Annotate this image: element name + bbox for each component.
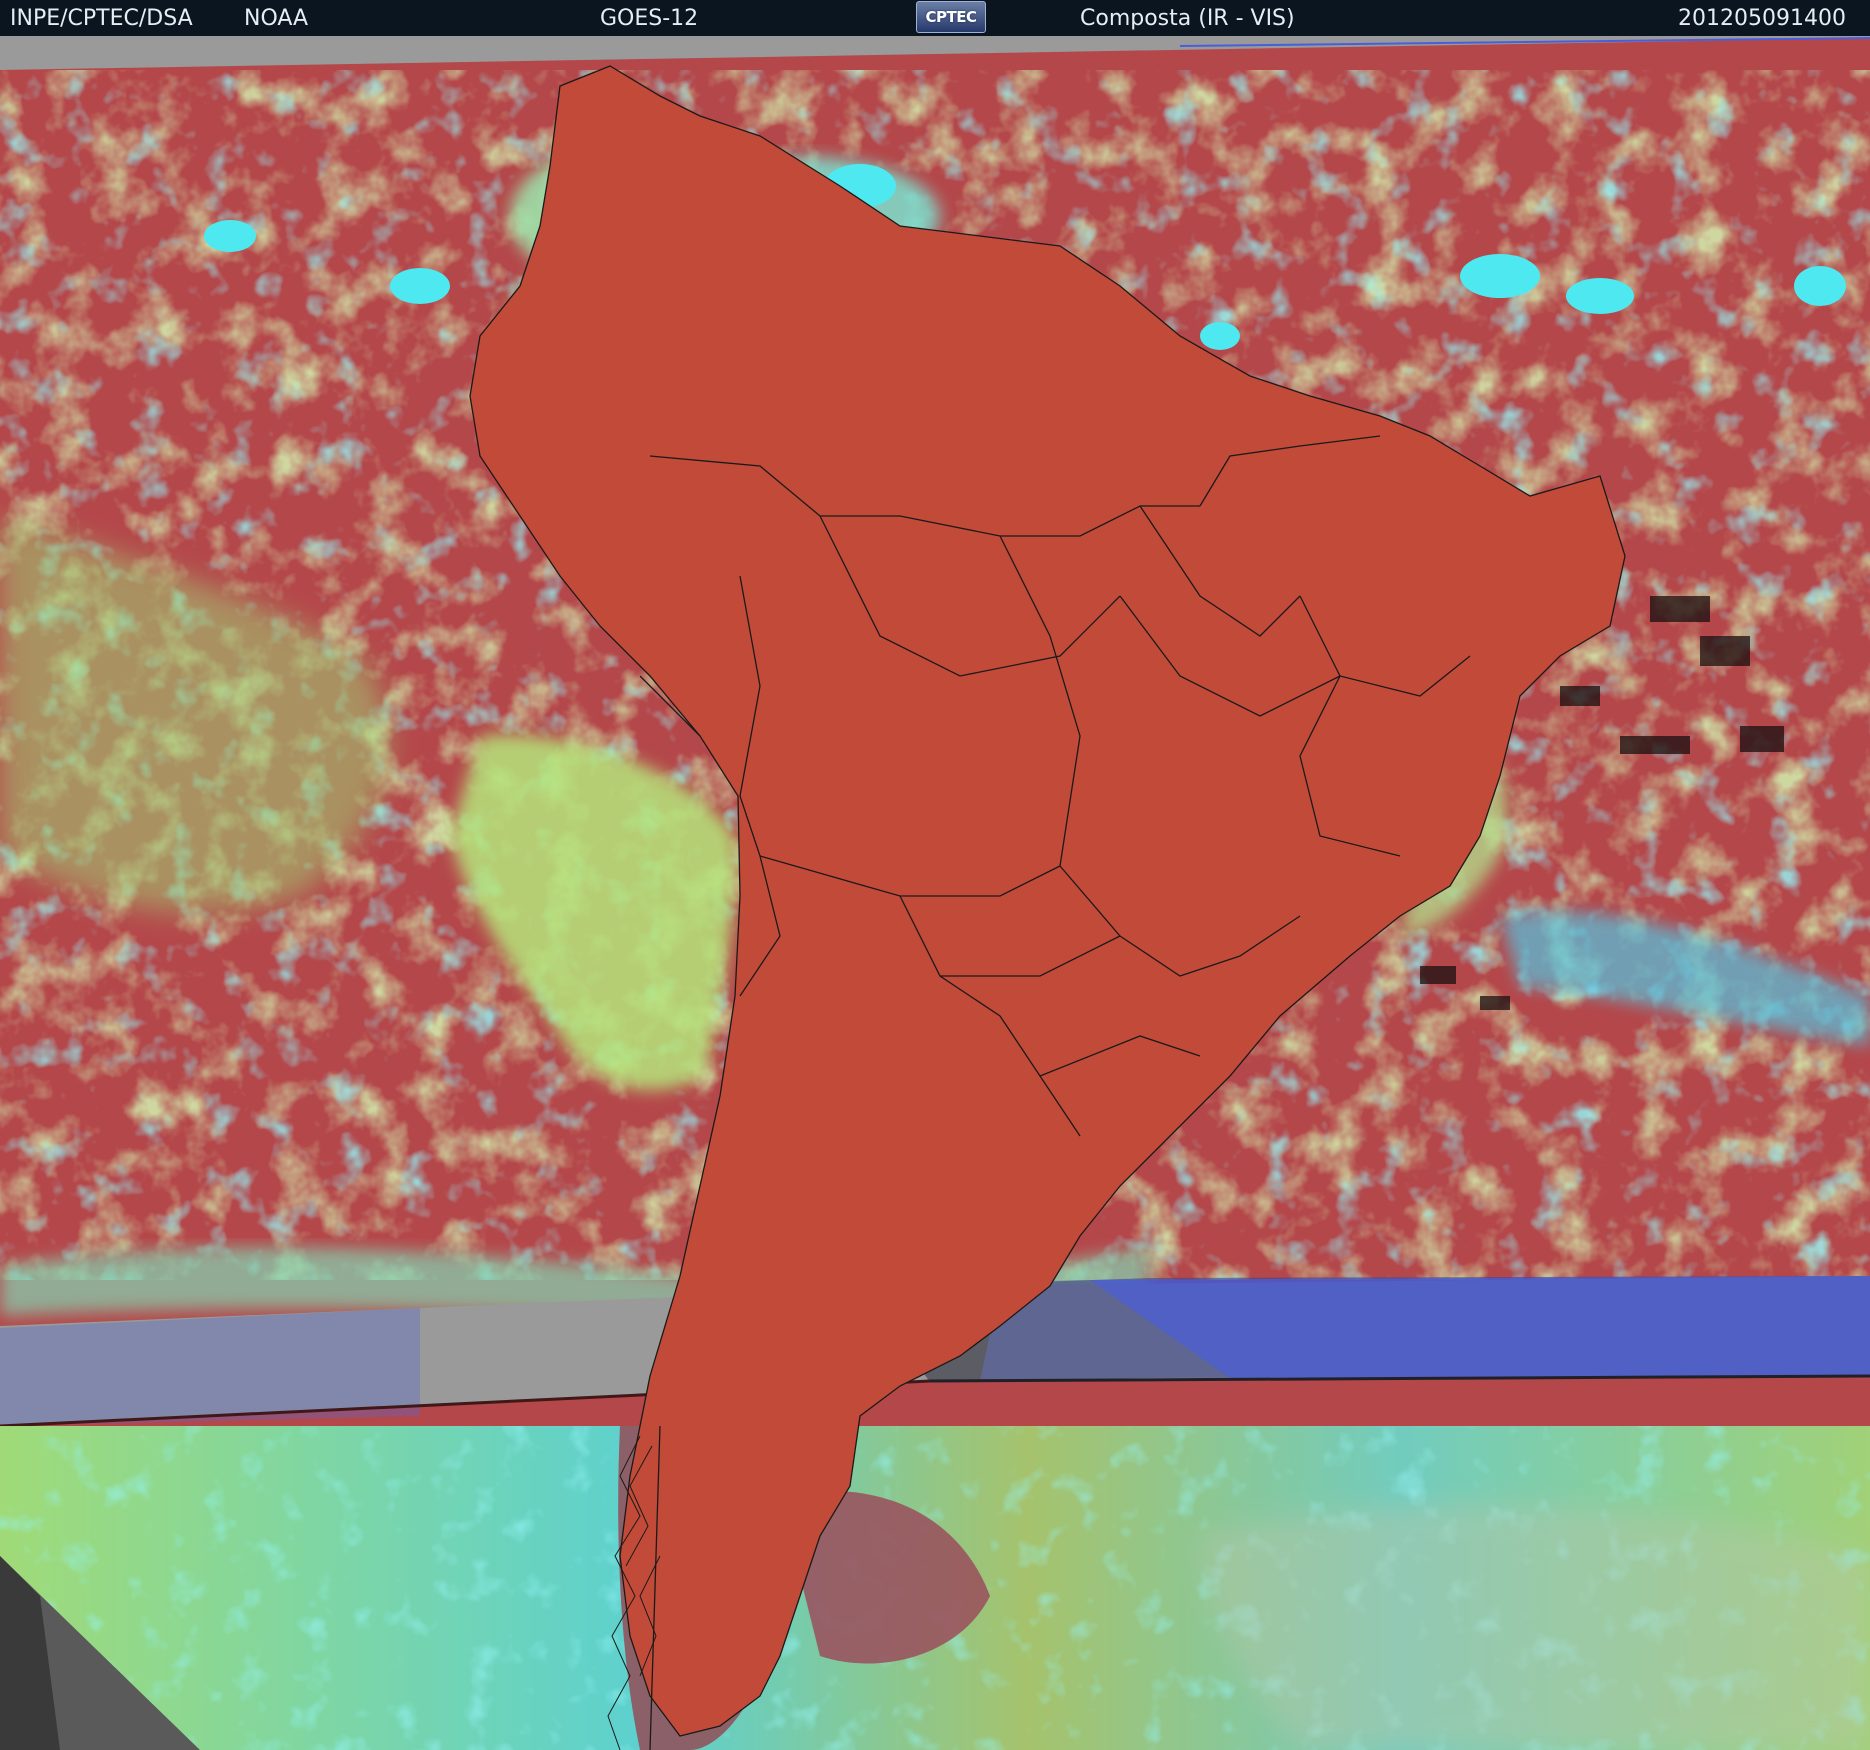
cptec-logo: CPTEC [916, 1, 986, 33]
timestamp-label: 201205091400 [1678, 6, 1846, 31]
image-header-bar: INPE/CPTEC/DSA NOAA GOES-12 CPTEC Compos… [0, 0, 1870, 36]
product-label: Composta (IR - VIS) [1080, 6, 1295, 31]
agency-label: NOAA [244, 6, 309, 31]
cptec-logo-text: CPTEC [925, 8, 978, 26]
satellite-label: GOES-12 [600, 6, 699, 31]
satellite-composite-image [0, 36, 1870, 1750]
organization-label: INPE/CPTEC/DSA [10, 6, 193, 31]
